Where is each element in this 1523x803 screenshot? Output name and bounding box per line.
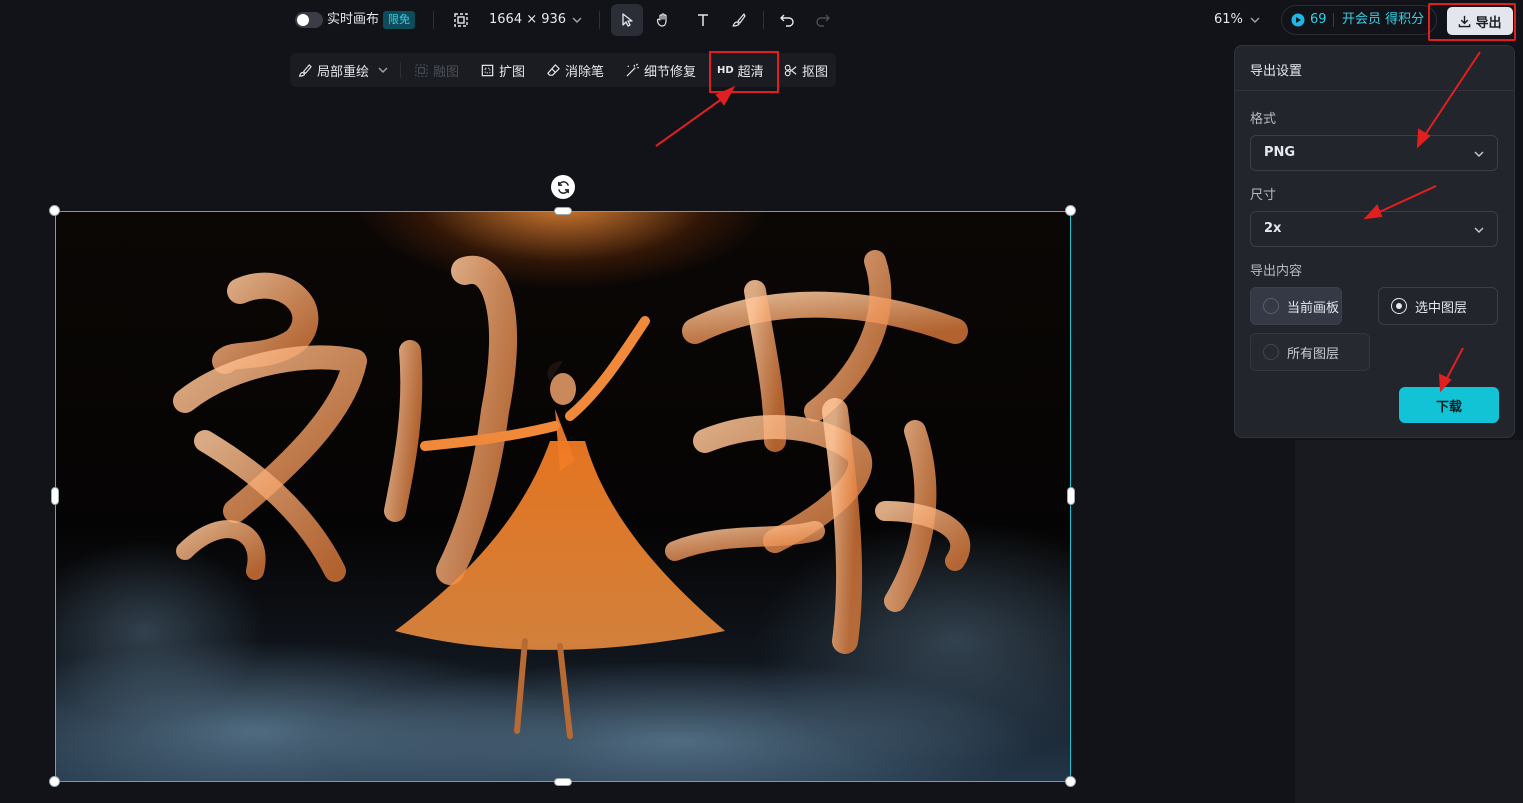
expand-button[interactable]: 扩图 xyxy=(480,53,525,87)
option-label: 选中图层 xyxy=(1415,300,1468,316)
realtime-canvas-label: 实时画布 xyxy=(327,12,380,27)
detail-repair-label: 细节修复 xyxy=(644,64,697,80)
chevron-down-icon[interactable] xyxy=(1249,14,1261,26)
resize-handle-bottom-right[interactable] xyxy=(1065,776,1076,787)
redo-icon xyxy=(816,14,830,27)
chevron-down-icon[interactable] xyxy=(571,14,583,26)
option-label: 当前画板 xyxy=(1287,300,1340,316)
resize-handle-top-right[interactable] xyxy=(1065,205,1076,216)
resize-handle-bottom[interactable] xyxy=(554,778,572,786)
panel-title: 导出设置 xyxy=(1250,64,1303,79)
hand-tool-button[interactable] xyxy=(647,4,679,36)
credits-count: 69 xyxy=(1310,12,1327,27)
expand-label: 扩图 xyxy=(499,64,526,80)
radio-button xyxy=(1263,344,1279,360)
radio-button xyxy=(1263,298,1279,314)
divider xyxy=(1333,13,1334,27)
zoom-value[interactable]: 61% xyxy=(1214,11,1243,29)
size-label: 尺寸 xyxy=(1250,188,1277,203)
chevron-down-icon xyxy=(1474,227,1484,233)
chevron-down-icon xyxy=(378,67,388,73)
inpaint-label: 局部重绘 xyxy=(317,64,370,80)
resize-handle-top-left[interactable] xyxy=(49,205,60,216)
membership-link[interactable]: 开会员 得积分 xyxy=(1342,11,1424,29)
brush-icon xyxy=(732,13,746,27)
divider xyxy=(400,62,401,78)
chevron-down-icon xyxy=(1474,151,1484,157)
inpaint-button[interactable]: 局部重绘 xyxy=(298,53,389,87)
resize-handle-bottom-left[interactable] xyxy=(49,776,60,787)
option-selected-layer[interactable]: 选中图层 xyxy=(1378,287,1498,325)
canvas-size-value[interactable]: 1664 × 936 xyxy=(489,11,566,29)
resize-handle-left[interactable] xyxy=(51,487,59,505)
format-label: 格式 xyxy=(1250,112,1277,127)
rotate-handle[interactable] xyxy=(551,175,575,199)
expand-icon xyxy=(481,64,494,76)
divider xyxy=(763,11,764,29)
side-panel-background xyxy=(1295,440,1523,803)
select-tool-button[interactable] xyxy=(611,4,643,36)
eraser-label: 消除笔 xyxy=(565,64,605,80)
divider xyxy=(433,11,434,29)
resize-handle-top[interactable] xyxy=(554,207,572,215)
format-value: PNG xyxy=(1264,145,1296,160)
blend-label: 融图 xyxy=(433,64,460,80)
credit-coin-icon xyxy=(1291,13,1305,27)
brush-sparkle-icon xyxy=(298,63,312,77)
eraser-icon xyxy=(547,63,560,76)
eraser-button[interactable]: 消除笔 xyxy=(546,53,604,87)
blend-button[interactable]: 融图 xyxy=(414,53,459,87)
format-select[interactable]: PNG xyxy=(1250,135,1498,171)
option-current-board[interactable]: 当前画板 xyxy=(1250,287,1342,325)
text-icon xyxy=(698,14,708,26)
annotation-highlight-box xyxy=(1428,3,1516,41)
hand-icon xyxy=(656,13,667,27)
realtime-canvas-toggle[interactable] xyxy=(295,12,323,28)
blend-icon xyxy=(415,63,428,77)
selection-frame[interactable] xyxy=(55,211,1071,782)
divider xyxy=(599,11,600,29)
size-select[interactable]: 2x xyxy=(1250,211,1498,247)
text-tool-button[interactable] xyxy=(687,4,719,36)
brush-tool-button[interactable] xyxy=(723,4,755,36)
radio-button-checked xyxy=(1391,298,1407,314)
resize-handle-right[interactable] xyxy=(1067,487,1075,505)
option-all-layers[interactable]: 所有图层 xyxy=(1250,333,1370,371)
cutout-label: 抠图 xyxy=(802,64,829,80)
undo-button[interactable] xyxy=(771,4,803,36)
divider xyxy=(1235,90,1514,91)
option-label: 所有图层 xyxy=(1287,346,1340,362)
download-button[interactable]: 下载 xyxy=(1399,387,1499,423)
resize-icon[interactable] xyxy=(453,12,469,28)
cutout-button[interactable]: 抠图 xyxy=(783,53,828,87)
rotate-icon xyxy=(557,180,569,194)
cursor-icon xyxy=(622,13,633,27)
undo-icon xyxy=(780,14,794,27)
export-content-label: 导出内容 xyxy=(1250,264,1303,279)
detail-repair-button[interactable]: 细节修复 xyxy=(625,53,696,87)
annotation-highlight-box xyxy=(709,51,779,93)
annotation-arrow xyxy=(655,95,727,147)
limited-free-badge: 限免 xyxy=(383,11,415,29)
cutout-icon xyxy=(784,64,797,76)
size-value: 2x xyxy=(1264,221,1282,236)
magic-wand-icon xyxy=(626,63,640,77)
export-settings-panel: 导出设置 格式 PNG 尺寸 2x 导出内容 当前画板 选中图层 所有图层 下载 xyxy=(1234,45,1515,438)
redo-button[interactable] xyxy=(807,4,839,36)
